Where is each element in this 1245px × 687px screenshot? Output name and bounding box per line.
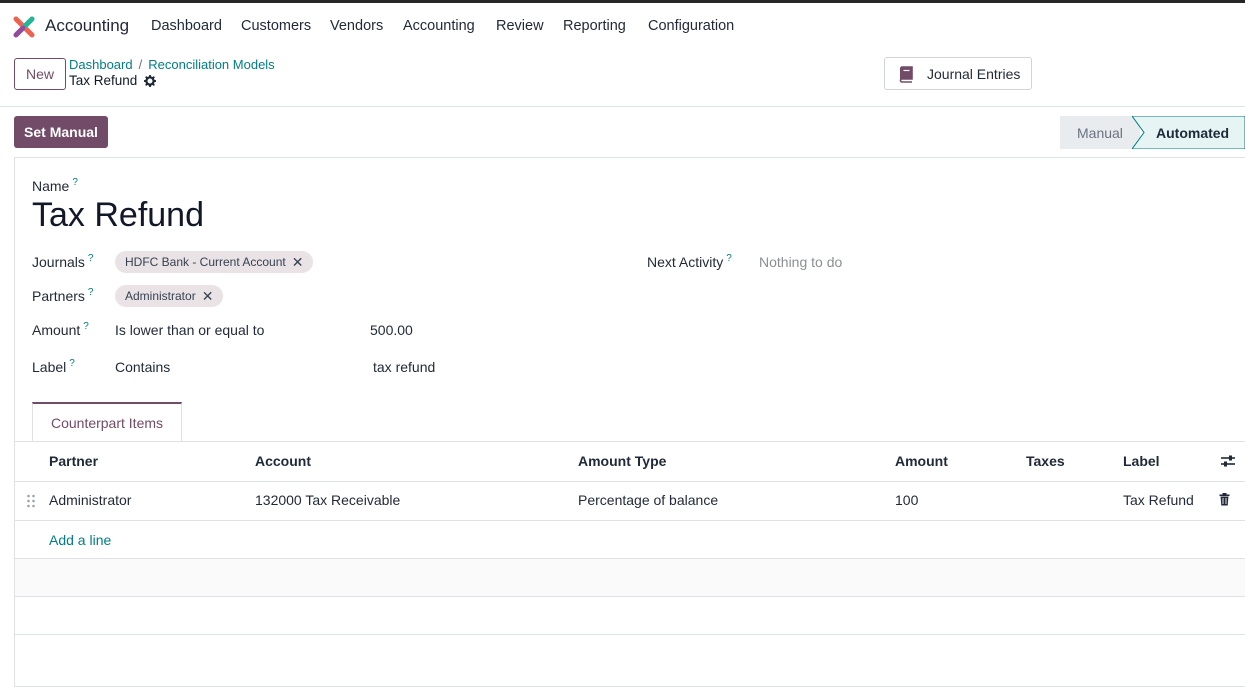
trash-icon[interactable] bbox=[1219, 493, 1230, 506]
new-button[interactable]: New bbox=[14, 58, 66, 90]
help-icon[interactable]: ? bbox=[726, 253, 732, 264]
set-manual-button[interactable]: Set Manual bbox=[14, 116, 108, 148]
menu-reporting[interactable]: Reporting bbox=[563, 18, 626, 34]
partner-tag: Administrator ✕ bbox=[115, 285, 224, 307]
column-header-partner[interactable]: Partner bbox=[49, 453, 98, 469]
help-icon[interactable]: ? bbox=[83, 321, 89, 332]
book-icon bbox=[899, 65, 913, 83]
partner-tag-label: Administrator bbox=[125, 289, 196, 303]
status-bar: Set Manual Manual Automated bbox=[0, 108, 1245, 156]
stage-selector: Manual Automated bbox=[1060, 116, 1245, 149]
empty-row bbox=[15, 597, 1245, 635]
label-condition-select[interactable]: Contains bbox=[115, 359, 170, 375]
journal-entries-button[interactable]: Journal Entries bbox=[884, 57, 1032, 90]
current-record-name: Tax Refund bbox=[69, 73, 138, 88]
journal-tag: HDFC Bank - Current Account ✕ bbox=[115, 251, 314, 273]
amount-value-input[interactable]: 500.00 bbox=[370, 322, 413, 338]
gear-icon[interactable] bbox=[144, 74, 157, 87]
header-divider bbox=[15, 481, 1245, 482]
breadcrumb-current: Tax Refund bbox=[69, 73, 157, 88]
column-header-taxes[interactable]: Taxes bbox=[1026, 453, 1065, 469]
column-header-account[interactable]: Account bbox=[255, 453, 311, 469]
drag-handle-icon[interactable] bbox=[26, 494, 36, 508]
next-activity-label: Next Activity? bbox=[647, 253, 732, 270]
column-header-amount[interactable]: Amount bbox=[895, 453, 948, 469]
help-icon[interactable]: ? bbox=[72, 177, 78, 188]
add-a-line-link[interactable]: Add a line bbox=[49, 532, 111, 548]
breadcrumb-separator: / bbox=[138, 57, 143, 72]
row-divider bbox=[15, 520, 1245, 521]
control-panel: New Dashboard / Reconciliation Models Tax … bbox=[0, 48, 1245, 107]
breadcrumb: Dashboard / Reconciliation Models bbox=[69, 57, 275, 72]
stage-manual[interactable]: Manual bbox=[1060, 116, 1140, 149]
label-label: Label? bbox=[32, 358, 75, 375]
tab-divider bbox=[15, 441, 1245, 442]
app-name[interactable]: Accounting bbox=[45, 16, 129, 36]
label-value-input[interactable]: tax refund bbox=[373, 359, 435, 375]
journal-tag-label: HDFC Bank - Current Account bbox=[125, 255, 286, 269]
menu-vendors[interactable]: Vendors bbox=[330, 18, 383, 34]
breadcrumb-reconciliation-models[interactable]: Reconciliation Models bbox=[148, 57, 274, 72]
form-sheet: Name? Tax Refund Journals? HDFC Bank - C… bbox=[14, 157, 1245, 687]
cell-amount[interactable]: 100 bbox=[895, 492, 918, 508]
cell-partner[interactable]: Administrator bbox=[49, 492, 131, 508]
journals-label: Journals? bbox=[32, 253, 94, 270]
name-label: Name? bbox=[32, 177, 78, 194]
amount-condition-select[interactable]: Is lower than or equal to bbox=[115, 322, 264, 338]
cell-label[interactable]: Tax Refund bbox=[1123, 492, 1194, 508]
amount-label: Amount? bbox=[32, 321, 89, 338]
help-icon[interactable]: ? bbox=[88, 287, 94, 298]
menu-accounting[interactable]: Accounting bbox=[403, 18, 475, 34]
partners-label: Partners? bbox=[32, 287, 94, 304]
tab-counterpart-items[interactable]: Counterpart Items bbox=[32, 402, 182, 441]
column-header-label[interactable]: Label bbox=[1123, 453, 1160, 469]
menu-review[interactable]: Review bbox=[496, 18, 544, 34]
accounting-app-icon[interactable] bbox=[13, 16, 35, 38]
breadcrumb-dashboard[interactable]: Dashboard bbox=[69, 57, 133, 72]
cell-account[interactable]: 132000 Tax Receivable bbox=[255, 492, 400, 508]
empty-row bbox=[15, 559, 1245, 597]
remove-tag-icon[interactable]: ✕ bbox=[202, 288, 214, 305]
column-settings-icon[interactable] bbox=[1220, 454, 1236, 468]
help-icon[interactable]: ? bbox=[88, 253, 94, 264]
menu-dashboard[interactable]: Dashboard bbox=[151, 18, 222, 34]
next-activity-value[interactable]: Nothing to do bbox=[759, 254, 842, 270]
main-navbar: Accounting Dashboard Customers Vendors A… bbox=[0, 3, 1245, 48]
column-header-amount-type[interactable]: Amount Type bbox=[578, 453, 666, 469]
menu-customers[interactable]: Customers bbox=[241, 18, 311, 34]
menu-configuration[interactable]: Configuration bbox=[648, 18, 734, 34]
journal-entries-label: Journal Entries bbox=[927, 65, 1021, 82]
name-input[interactable]: Tax Refund bbox=[32, 196, 204, 235]
stage-automated[interactable]: Automated bbox=[1132, 116, 1245, 149]
stage-automated-label: Automated bbox=[1156, 124, 1230, 141]
cell-amount-type[interactable]: Percentage of balance bbox=[578, 492, 718, 508]
remove-tag-icon[interactable]: ✕ bbox=[292, 254, 304, 271]
help-icon[interactable]: ? bbox=[69, 358, 75, 369]
